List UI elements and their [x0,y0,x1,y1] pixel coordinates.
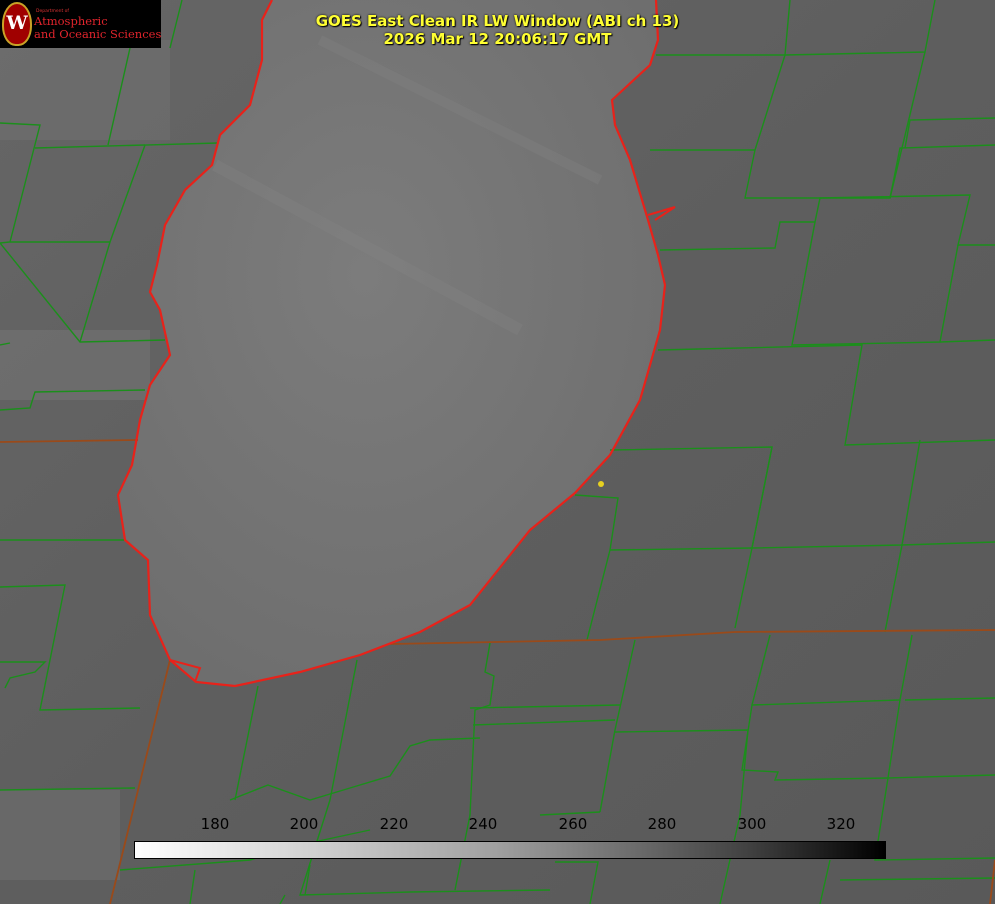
colorbar-tick-label: 320 [826,815,856,833]
colorbar-tick-label: 260 [558,815,588,833]
image-title: GOES East Clean IR LW Window (ABI ch 13) [315,12,680,30]
cloud-patch [0,40,170,140]
station-marker [598,481,604,487]
image-timestamp: 2026 Mar 12 20:06:17 GMT [383,30,612,48]
colorbar-tick-label: 180 [200,815,230,833]
colorbar-tick-label: 220 [379,815,409,833]
colorbar-tick-label: 280 [647,815,677,833]
colorbar-tick-label: 300 [737,815,767,833]
cloud-patch [0,790,120,880]
satellite-map [0,0,995,904]
colorbar-gradient [134,841,886,859]
colorbar-tick-label: 240 [468,815,498,833]
colorbar-tick-label: 200 [289,815,319,833]
